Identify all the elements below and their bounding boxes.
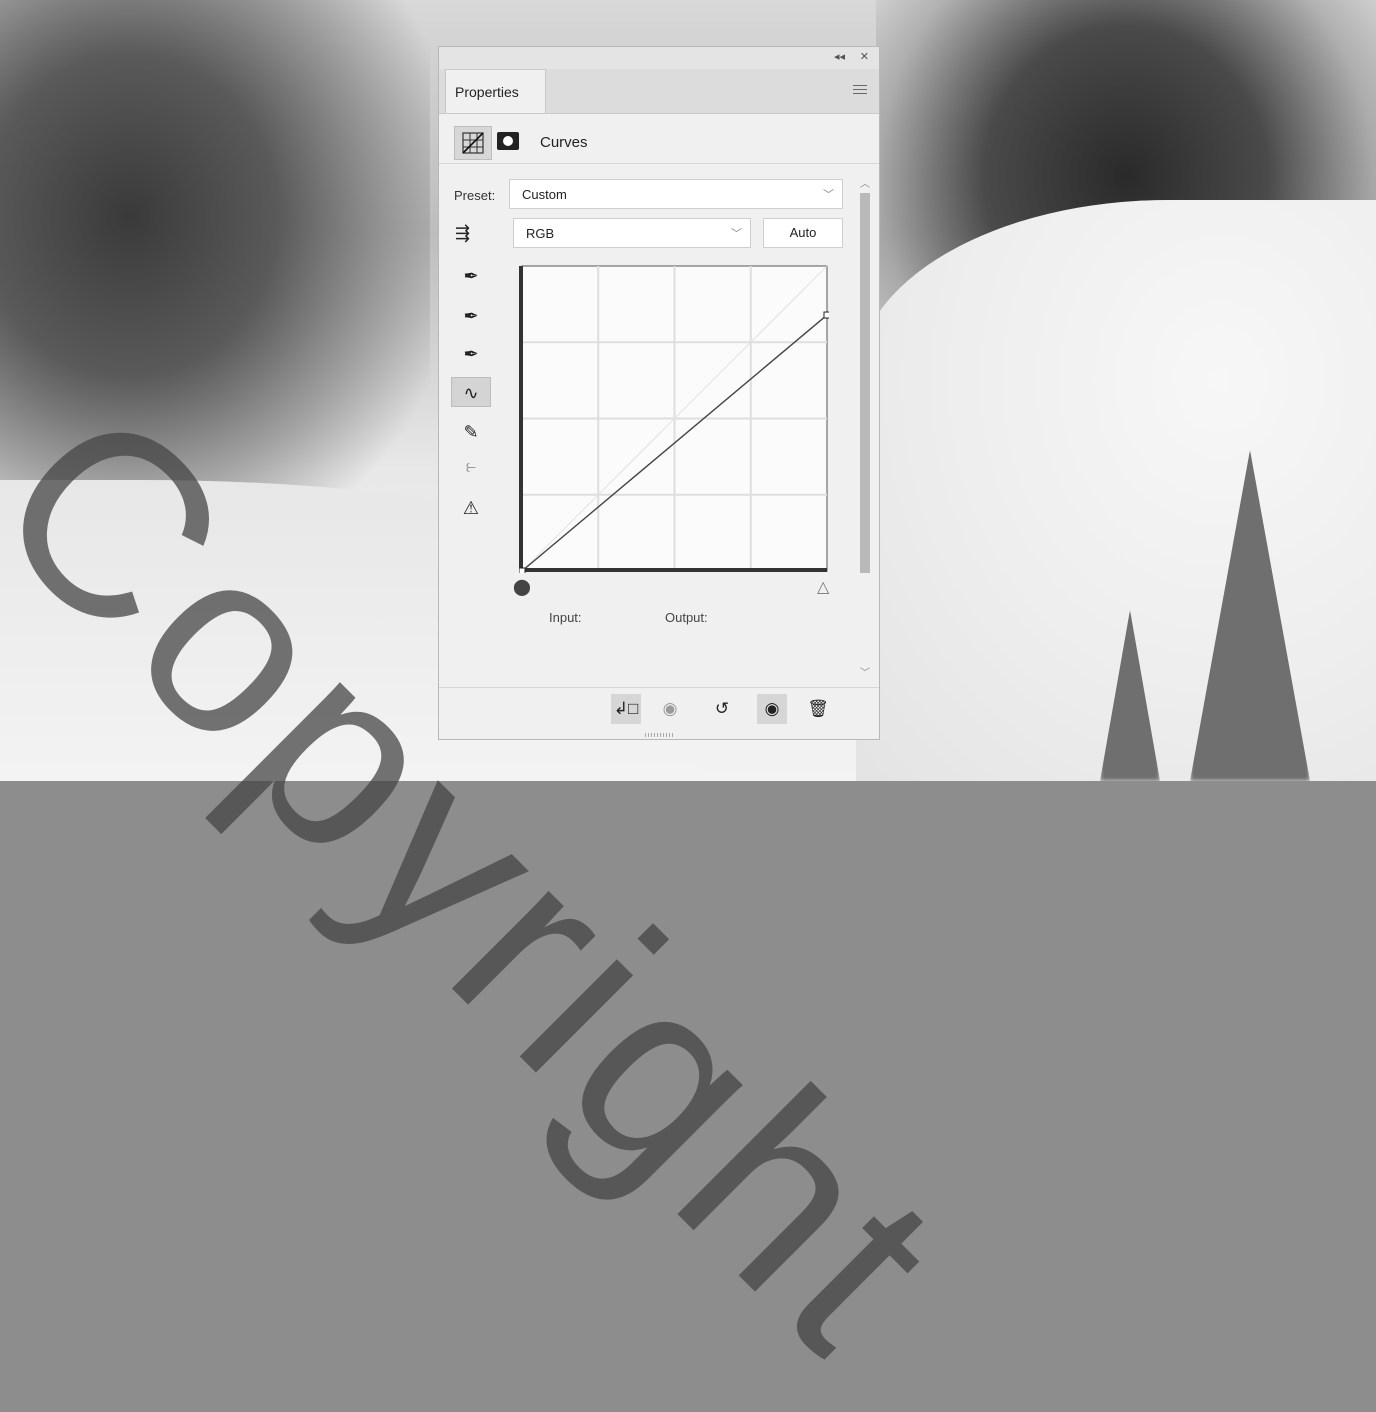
curve-point[interactable] — [823, 311, 829, 319]
toggle-visibility-button[interactable]: ◉ — [757, 694, 787, 724]
auto-button[interactable]: Auto — [763, 218, 843, 248]
curve-point[interactable] — [519, 567, 526, 573]
targeted-adjustment-icon[interactable]: ⇶ — [455, 223, 470, 244]
white-point-eyedropper-icon[interactable]: ✒ — [451, 339, 491, 369]
curve-edit-points-icon[interactable]: ∿ — [451, 377, 491, 407]
tab-properties[interactable]: Properties — [445, 69, 546, 113]
preset-dropdown[interactable]: Custom ﹀ — [509, 179, 843, 209]
tab-bar: Properties — [439, 69, 879, 114]
white-point-slider[interactable]: △ — [817, 577, 829, 597]
tab-label: Properties — [455, 84, 519, 100]
panel-menu-icon[interactable] — [853, 85, 867, 97]
output-gradient-bar — [519, 266, 523, 571]
panel-footer: ↲□ ◉ ↺ ◉ 🗑 — [439, 687, 879, 732]
left-trees — [0, 0, 430, 540]
scroll-up-icon[interactable]: ︿ — [860, 175, 870, 190]
channel-value: RGB — [526, 226, 555, 241]
curves-graph[interactable] — [519, 263, 829, 573]
smooth-curve-icon[interactable]: ⥼ — [451, 451, 491, 481]
delete-button[interactable]: 🗑 — [803, 694, 833, 724]
adjustment-title: Curves — [540, 134, 588, 151]
resize-grip[interactable] — [645, 733, 673, 737]
curves-adjustment-icon[interactable] — [454, 126, 492, 160]
channel-dropdown[interactable]: RGB ﹀ — [513, 218, 751, 248]
output-label: Output: — [665, 610, 708, 625]
chevron-down-icon: ﹀ — [731, 228, 742, 240]
black-point-eyedropper-icon[interactable]: ✒ — [451, 261, 491, 291]
gray-point-eyedropper-icon[interactable]: ✒ — [451, 301, 491, 331]
collapse-icon[interactable]: ◂◂ — [834, 50, 845, 63]
black-point-slider[interactable]: ⬤ — [513, 577, 531, 597]
properties-panel: ◂◂ ✕ Properties Curves Preset: Custom ﹀ … — [438, 46, 880, 740]
panel-scrollbar[interactable]: ︿ ﹀ — [857, 173, 873, 681]
preset-value: Custom — [522, 187, 567, 202]
panel-titlebar: ◂◂ ✕ — [439, 47, 879, 69]
reset-button[interactable]: ↺ — [707, 694, 737, 724]
layer-mask-icon[interactable] — [497, 132, 519, 150]
clip-to-layer-button[interactable]: ↲□ — [611, 694, 641, 724]
scroll-down-icon[interactable]: ﹀ — [860, 664, 870, 679]
view-previous-state-button[interactable]: ◉ — [655, 694, 685, 724]
chevron-down-icon: ﹀ — [823, 189, 834, 201]
scroll-thumb[interactable] — [860, 193, 870, 573]
adjustment-header: Curves — [439, 123, 879, 164]
clipping-warning-icon[interactable]: ⚠ — [451, 493, 491, 523]
input-label: Input: — [549, 610, 582, 625]
close-icon[interactable]: ✕ — [860, 50, 869, 63]
input-gradient-bar — [522, 568, 827, 572]
pencil-draw-icon[interactable]: ✎ — [451, 417, 491, 447]
preset-label: Preset: — [454, 188, 496, 203]
